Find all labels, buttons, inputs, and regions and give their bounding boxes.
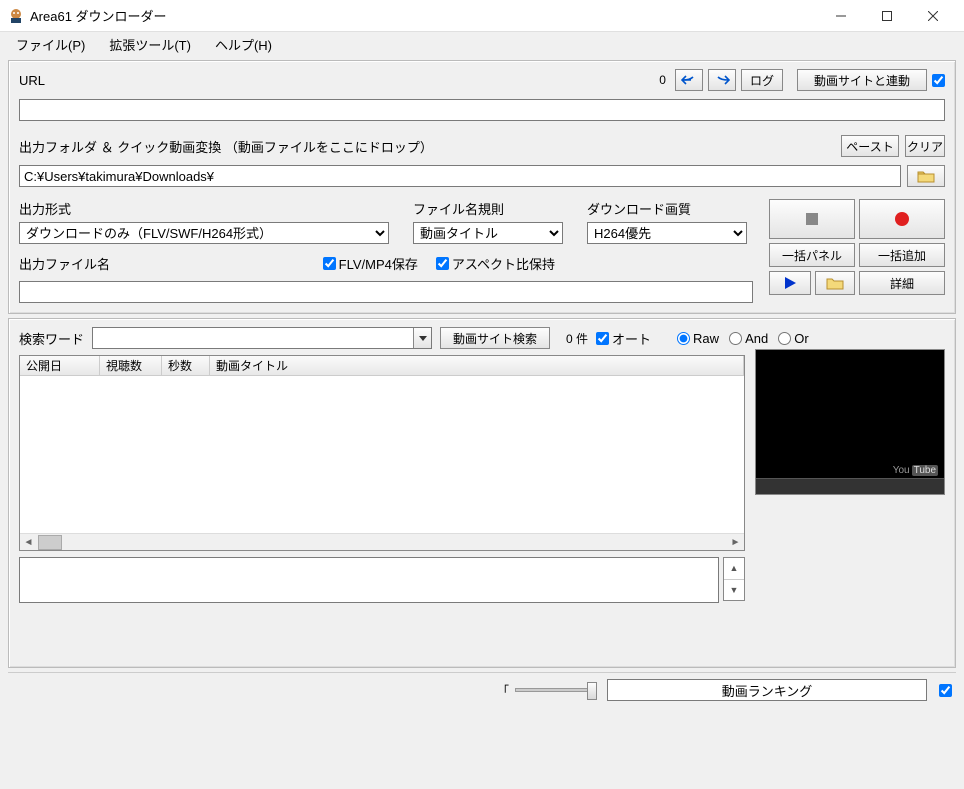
info-textarea[interactable]	[19, 557, 719, 603]
log-button[interactable]: ログ	[741, 69, 783, 91]
upper-panel: URL 0 ログ 動画サイトと連動 出力フォルダ ＆ クイック動画変換 （動画フ…	[8, 60, 956, 314]
radio-raw[interactable]: Raw	[677, 331, 719, 346]
video-preview[interactable]: You Tube	[755, 349, 945, 495]
output-folder-input[interactable]	[19, 165, 901, 187]
batch-add-button[interactable]: 一括追加	[859, 243, 945, 267]
maximize-button[interactable]	[864, 1, 910, 31]
output-filename-input[interactable]	[19, 281, 753, 303]
output-format-select[interactable]: ダウンロードのみ（FLV/SWF/H264形式）	[19, 222, 389, 244]
titlebar: Area61 ダウンローダー	[0, 0, 964, 32]
updown-buttons[interactable]: ▲ ▼	[723, 557, 745, 601]
scroll-thumb[interactable]	[38, 535, 62, 550]
window-title: Area61 ダウンローダー	[30, 6, 818, 25]
app-icon	[8, 8, 24, 24]
batch-panel-button[interactable]: 一括パネル	[769, 243, 855, 267]
minimize-button[interactable]	[818, 1, 864, 31]
url-label: URL	[19, 73, 45, 88]
output-folder-label: 出力フォルダ ＆ クイック動画変換 （動画ファイルをここにドロップ）	[19, 137, 433, 156]
radio-or[interactable]: Or	[778, 331, 808, 346]
youtube-logo: You Tube	[893, 465, 938, 476]
filename-rule-select[interactable]: 動画タイトル	[413, 222, 563, 244]
ranking-checkbox[interactable]	[939, 684, 952, 697]
bracket-icon: 「	[497, 682, 509, 699]
menubar: ファイル(P) 拡張ツール(T) ヘルプ(H)	[0, 32, 964, 56]
filename-rule-label: ファイル名規則	[413, 199, 563, 218]
url-input[interactable]	[19, 99, 945, 121]
table-header: 公開日 視聴数 秒数 動画タイトル	[20, 356, 744, 376]
preview-seekbar[interactable]	[756, 478, 944, 494]
search-button[interactable]: 動画サイト検索	[440, 327, 550, 349]
browse-folder-button[interactable]	[907, 165, 945, 187]
close-button[interactable]	[910, 1, 956, 31]
aspect-checkbox[interactable]: アスペクト比保持	[436, 254, 555, 273]
ranking-input[interactable]	[607, 679, 927, 701]
down-button[interactable]: ▼	[724, 580, 744, 601]
search-dropdown-button[interactable]	[413, 328, 431, 348]
clear-button[interactable]: クリア	[905, 135, 945, 157]
open-folder-button[interactable]	[815, 271, 855, 295]
column-views[interactable]: 視聴数	[100, 356, 162, 375]
detail-button[interactable]: 詳細	[859, 271, 945, 295]
redo-button[interactable]	[708, 69, 736, 91]
search-label: 検索ワード	[19, 329, 84, 348]
horizontal-scrollbar[interactable]: ◄ ►	[20, 533, 744, 550]
menu-tools[interactable]: 拡張ツール(T)	[99, 33, 201, 56]
undo-button[interactable]	[675, 69, 703, 91]
scroll-left-icon[interactable]: ◄	[20, 534, 37, 551]
quality-label: ダウンロード画質	[587, 199, 747, 218]
scroll-right-icon[interactable]: ►	[727, 534, 744, 551]
output-filename-label: 出力ファイル名	[19, 254, 110, 273]
lower-panel: 検索ワード 動画サイト検索 0 件 オート Raw And Or 公開日 視聴数…	[8, 318, 956, 668]
column-date[interactable]: 公開日	[20, 356, 100, 375]
output-format-label: 出力形式	[19, 199, 389, 218]
search-input[interactable]	[92, 327, 432, 349]
url-count: 0	[659, 73, 666, 87]
up-button[interactable]: ▲	[724, 558, 744, 580]
auto-checkbox[interactable]: オート	[596, 329, 651, 348]
radio-and[interactable]: And	[729, 331, 768, 346]
column-seconds[interactable]: 秒数	[162, 356, 210, 375]
site-link-button[interactable]: 動画サイトと連動	[797, 69, 927, 91]
record-button[interactable]	[859, 199, 945, 239]
quality-select[interactable]: H264優先	[587, 222, 747, 244]
slider-thumb[interactable]	[587, 682, 597, 700]
site-link-checkbox[interactable]	[932, 74, 945, 87]
column-title[interactable]: 動画タイトル	[210, 356, 744, 375]
flv-save-checkbox[interactable]: FLV/MP4保存	[323, 254, 418, 273]
paste-button[interactable]: ペースト	[841, 135, 899, 157]
result-table[interactable]: 公開日 視聴数 秒数 動画タイトル ◄ ►	[19, 355, 745, 551]
menu-file[interactable]: ファイル(P)	[6, 33, 95, 56]
play-button[interactable]	[769, 271, 811, 295]
search-count: 0 件	[566, 330, 588, 347]
menu-help[interactable]: ヘルプ(H)	[205, 33, 282, 56]
slider[interactable]	[515, 688, 595, 692]
stop-button[interactable]	[769, 199, 855, 239]
window-controls	[818, 1, 956, 31]
